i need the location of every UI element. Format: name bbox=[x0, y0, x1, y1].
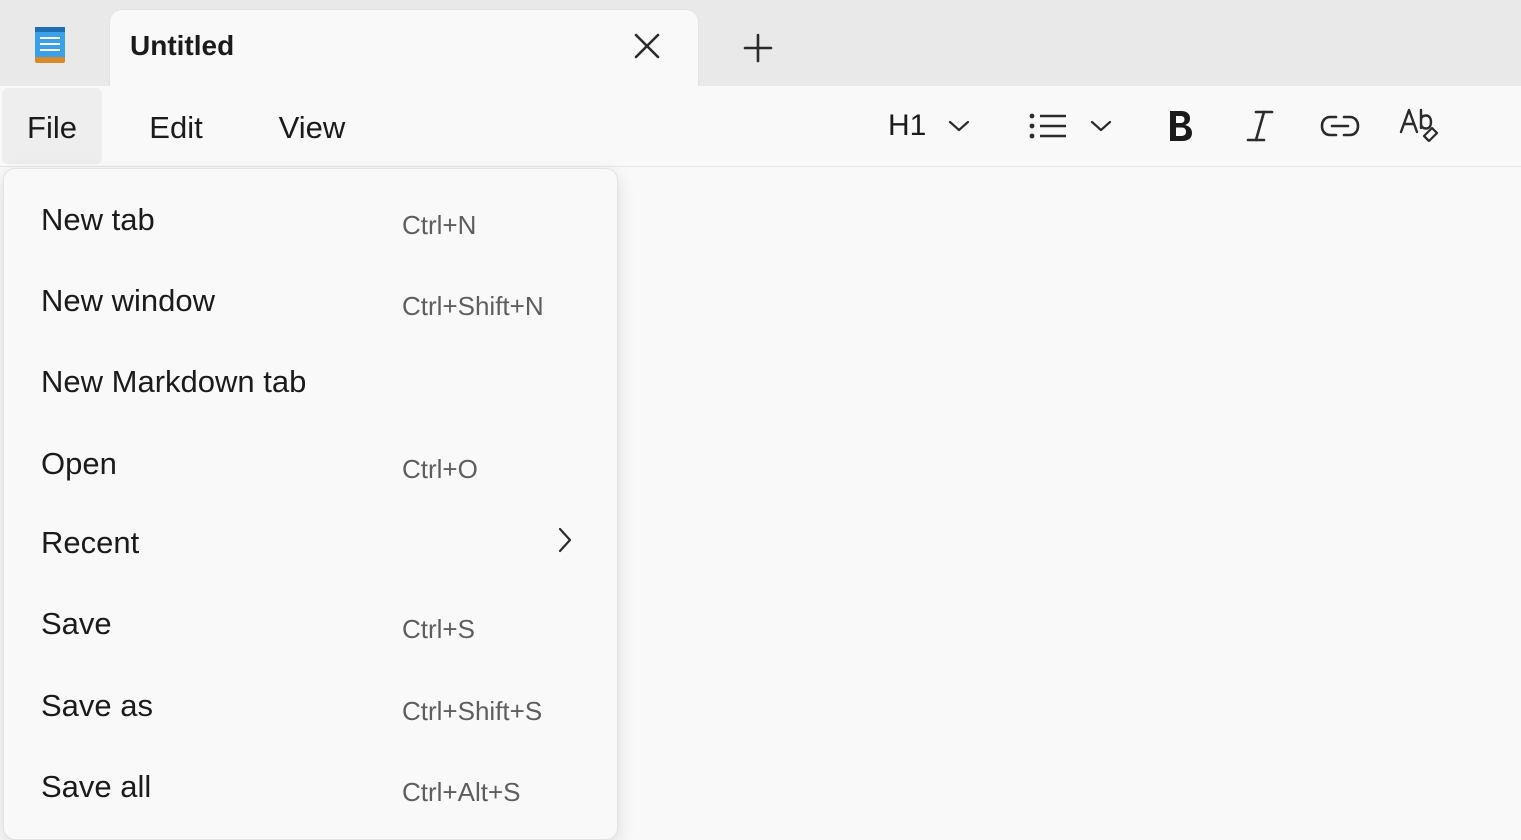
menu-item-label: Recent bbox=[41, 525, 140, 560]
heading-dropdown[interactable]: H1 bbox=[888, 86, 970, 166]
menu-item-open[interactable]: Open Ctrl+O bbox=[4, 421, 617, 501]
bulleted-list-icon bbox=[1029, 113, 1066, 139]
tab-untitled[interactable]: Untitled bbox=[110, 10, 698, 87]
chevron-right-icon bbox=[554, 525, 576, 555]
link-button[interactable] bbox=[1320, 86, 1360, 166]
close-icon[interactable] bbox=[630, 29, 664, 63]
menu-view[interactable]: View bbox=[268, 86, 356, 166]
tab-title: Untitled bbox=[130, 30, 235, 61]
menu-item-label: New window bbox=[41, 283, 216, 318]
menu-bar: File Edit View H1 bbox=[0, 86, 1521, 167]
menu-item-recent[interactable]: Recent bbox=[4, 500, 617, 580]
menu-item-shortcut: Ctrl+Alt+S bbox=[402, 777, 521, 807]
file-menu-dropdown: New tab Ctrl+N New window Ctrl+Shift+N N… bbox=[3, 168, 618, 840]
notepad-icon bbox=[30, 24, 70, 68]
bold-icon bbox=[1170, 111, 1192, 141]
menu-item-new-tab[interactable]: New tab Ctrl+N bbox=[4, 177, 617, 257]
menu-item-label: Save all bbox=[41, 769, 152, 804]
list-dropdown[interactable] bbox=[1028, 86, 1112, 166]
menu-item-shortcut: Ctrl+Shift+S bbox=[402, 696, 543, 726]
bold-button[interactable] bbox=[1164, 86, 1196, 166]
heading-label: H1 bbox=[888, 109, 927, 142]
spellcheck-icon bbox=[1399, 108, 1439, 143]
menu-item-shortcut: Ctrl+O bbox=[402, 454, 478, 484]
menu-item-label: Open bbox=[41, 446, 117, 481]
menu-item-new-window[interactable]: New window Ctrl+Shift+N bbox=[4, 258, 617, 338]
spellcheck-button[interactable] bbox=[1398, 86, 1440, 166]
plus-icon bbox=[743, 33, 773, 63]
menu-item-save[interactable]: Save Ctrl+S bbox=[4, 581, 617, 661]
new-tab-button[interactable] bbox=[740, 30, 776, 66]
menu-item-shortcut: Ctrl+Shift+N bbox=[402, 291, 544, 321]
menu-item-shortcut: Ctrl+S bbox=[402, 614, 475, 644]
menu-item-shortcut: Ctrl+N bbox=[402, 210, 477, 240]
menu-item-label: New Markdown tab bbox=[41, 364, 307, 399]
editor-area[interactable] bbox=[620, 167, 1521, 821]
menu-item-save-as[interactable]: Save as Ctrl+Shift+S bbox=[4, 663, 617, 743]
menu-item-label: Save as bbox=[41, 688, 154, 723]
italic-icon bbox=[1246, 110, 1274, 142]
menu-edit[interactable]: Edit bbox=[140, 86, 212, 166]
menu-file[interactable]: File bbox=[2, 88, 102, 164]
italic-button[interactable] bbox=[1244, 86, 1276, 166]
title-bar: Untitled bbox=[0, 0, 1521, 87]
chevron-down-icon bbox=[1090, 120, 1112, 132]
menu-item-label: Save bbox=[41, 606, 112, 641]
menu-item-label: New tab bbox=[41, 202, 155, 237]
menu-item-save-all[interactable]: Save all Ctrl+Alt+S bbox=[4, 744, 617, 824]
chevron-down-icon bbox=[949, 120, 970, 132]
link-icon bbox=[1320, 115, 1360, 137]
menu-item-new-markdown-tab[interactable]: New Markdown tab bbox=[4, 339, 617, 419]
